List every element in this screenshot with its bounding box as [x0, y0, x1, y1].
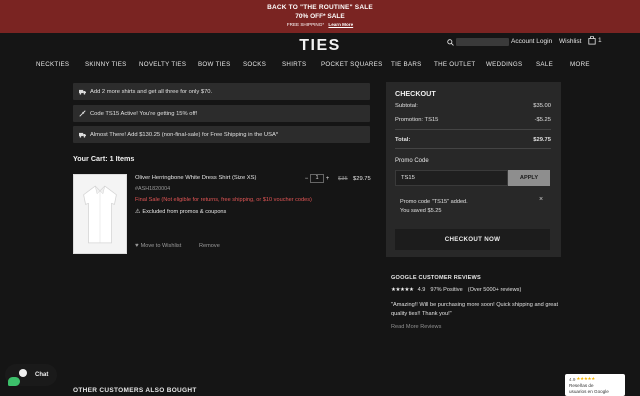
badge-line-2: usuarios en Google — [569, 389, 609, 394]
nav-weddings[interactable]: WEDDINGS — [486, 61, 522, 68]
checkout-panel: CHECKOUT Subtotal: $35.00 Promotion: TS1… — [386, 82, 561, 257]
nav-the-outlet[interactable]: THE OUTLET — [434, 61, 476, 68]
tag-icon — [79, 110, 86, 117]
promo-saved-text: You saved $5.25 — [400, 208, 442, 214]
decrease-button[interactable]: − — [303, 176, 310, 182]
promo-code-input[interactable] — [395, 170, 508, 186]
product-sku: #ASH1820004 — [135, 186, 171, 192]
promo-line-2: 70% OFF* SALE — [295, 13, 345, 20]
site-header: TIES Account Login Wishlist 1 NECKTIES S… — [0, 33, 640, 81]
promo-line-1: BACK TO "THE ROUTINE" SALE — [267, 4, 373, 11]
wishlist-link[interactable]: Wishlist — [559, 38, 581, 45]
cart-message-text: Add 2 more shirts and get all three for … — [90, 88, 213, 95]
final-sale-notice: Final Sale (Not eligible for returns, fr… — [135, 197, 312, 203]
review-score: 4.9 — [417, 287, 426, 293]
reviews-rating: ★★★★★ 4.9 97% Positive (Over 5000+ revie… — [391, 287, 526, 293]
badge-line-1: Reseñas de — [569, 383, 594, 388]
nav-novelty-ties[interactable]: NOVELTY TIES — [139, 61, 186, 68]
increase-button[interactable]: + — [324, 176, 331, 182]
search-bar[interactable] — [447, 38, 509, 46]
review-positive: 97% Positive — [430, 287, 463, 293]
remove-button[interactable]: Remove — [199, 243, 220, 249]
promo-added-text: Promo code "TS15" added. — [400, 199, 468, 205]
total-label: Total: — [395, 137, 411, 143]
sale-price: $29.75 — [353, 176, 371, 182]
promotion-row: Promotion: TS15 -$5.25 — [395, 117, 551, 123]
cart-count: 1 — [598, 37, 602, 44]
close-icon[interactable]: × — [539, 196, 543, 203]
account-login-link[interactable]: Account Login — [511, 38, 552, 45]
nav-sale[interactable]: SALE — [536, 61, 553, 68]
promo-applied-notice: Promo code "TS15" added. You saved $5.25 — [400, 198, 468, 216]
nav-neckties[interactable]: NECKTIES — [36, 61, 69, 68]
search-icon[interactable] — [447, 38, 454, 46]
star-rating-icon: ★★★★★ — [391, 287, 414, 293]
warning-icon: ⚠ — [135, 209, 141, 215]
nav-shirts[interactable]: SHIRTS — [282, 61, 306, 68]
bag-icon — [588, 36, 596, 45]
also-bought-heading: OTHER CUSTOMERS ALSO BOUGHT — [73, 387, 197, 394]
main-nav: NECKTIES SKINNY TIES NOVELTY TIES BOW TI… — [0, 61, 640, 75]
total-value: $29.75 — [533, 137, 551, 143]
apply-button[interactable]: APPLY — [508, 170, 550, 186]
move-to-wishlist-button[interactable]: ♥ Move to Wishlist — [135, 243, 181, 249]
promotion-label: Promotion: TS15 — [395, 117, 439, 123]
google-reviews-badge[interactable]: 4.9 ★★★★★ Reseñas de usuarios en Google — [565, 374, 625, 396]
read-more-reviews-link[interactable]: Read More Reviews — [391, 324, 441, 330]
nav-pocket-squares[interactable]: POCKET SQUARES — [321, 61, 383, 68]
review-quote: "Amazing!! Will be purchasing more soon!… — [391, 302, 559, 317]
nav-bow-ties[interactable]: BOW TIES — [198, 61, 231, 68]
cart-button[interactable]: 1 — [588, 36, 602, 45]
reviews-title: GOOGLE CUSTOMER REVIEWS — [391, 275, 481, 281]
promo-line-3: FREE SHIPPING* Learn More — [0, 21, 640, 28]
cart-title: Your Cart: 1 Items — [73, 154, 135, 163]
promo-code-label: Promo Code — [395, 158, 429, 164]
subtotal-row: Subtotal: $35.00 — [395, 103, 551, 109]
move-to-wishlist-label: Move to Wishlist — [140, 243, 182, 249]
cart-message: Add 2 more shirts and get all three for … — [73, 83, 370, 100]
chat-label: Chat — [35, 372, 49, 378]
promotion-value: -$5.25 — [534, 117, 551, 123]
review-count: (Over 5000+ reviews) — [467, 287, 522, 293]
cart-message-text: Code TS15 Active! You're getting 15% off… — [90, 110, 198, 117]
product-image[interactable] — [73, 174, 127, 254]
chat-icon — [19, 369, 27, 377]
cart-message: Code TS15 Active! You're getting 15% off… — [73, 105, 370, 122]
learn-more-link[interactable]: Learn More — [328, 22, 353, 27]
free-shipping-text: FREE SHIPPING* — [286, 22, 325, 27]
exclusion-text: Excluded from promos & coupons — [142, 208, 227, 215]
badge-stars-icon: ★★★★★ — [576, 376, 595, 381]
nav-skinny-ties[interactable]: SKINNY TIES — [85, 61, 127, 68]
badge-rating: 4.9 ★★★★★ — [569, 376, 595, 382]
checkout-now-button[interactable]: CHECKOUT NOW — [395, 229, 550, 250]
cart-message: Almost There! Add $130.25 (non-final-sal… — [73, 126, 370, 143]
total-row: Total: $29.75 — [395, 137, 551, 143]
truck-icon — [79, 88, 86, 95]
heart-icon: ♥ — [135, 243, 139, 249]
subtotal-value: $35.00 — [533, 103, 551, 109]
exclusion-notice: ⚠ Excluded from promos & coupons — [135, 208, 227, 216]
divider — [395, 129, 551, 130]
original-price: $35 — [338, 176, 348, 182]
quantity-stepper: − 1 + — [303, 174, 331, 183]
divider — [395, 148, 551, 149]
chat-bubble-icon[interactable] — [8, 377, 20, 386]
badge-score: 4.9 — [569, 376, 576, 382]
nav-tie-bars[interactable]: TIE BARS — [391, 61, 422, 68]
quantity-value[interactable]: 1 — [310, 174, 324, 183]
truck-icon — [79, 131, 86, 138]
nav-more[interactable]: MORE — [570, 61, 590, 68]
product-name[interactable]: Oliver Herringbone White Dress Shirt (Si… — [135, 175, 256, 181]
promo-banner: BACK TO "THE ROUTINE" SALE 70% OFF* SALE… — [0, 0, 640, 33]
nav-socks[interactable]: SOCKS — [243, 61, 266, 68]
cart-message-text: Almost There! Add $130.25 (non-final-sal… — [90, 131, 279, 138]
subtotal-label: Subtotal: — [395, 103, 418, 109]
checkout-title: CHECKOUT — [395, 89, 436, 98]
search-input[interactable] — [456, 38, 509, 46]
